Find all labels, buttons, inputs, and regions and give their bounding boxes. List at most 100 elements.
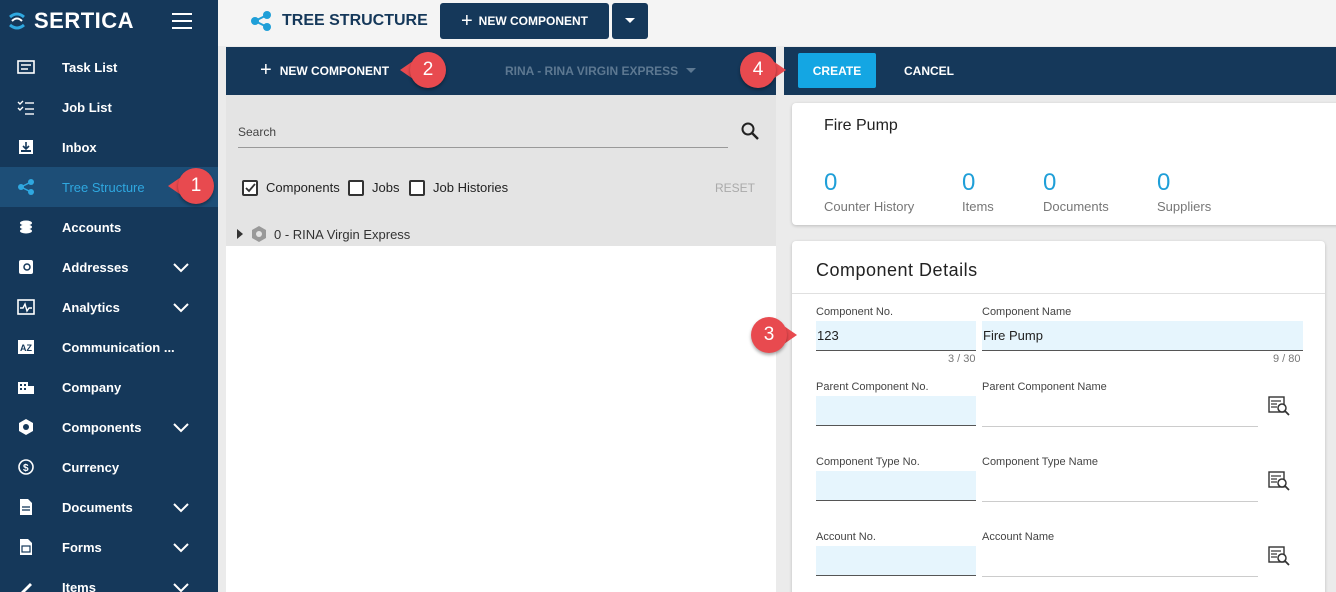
reset-button[interactable]: RESET bbox=[715, 181, 755, 195]
chevron-down-icon[interactable] bbox=[172, 301, 190, 313]
tree-structure-icon bbox=[16, 177, 36, 197]
stat-counter-history[interactable]: 0 Counter History bbox=[824, 169, 915, 215]
new-component-button[interactable]: + NEW COMPONENT bbox=[440, 3, 609, 39]
account-name-label: Account Name bbox=[982, 531, 1055, 543]
chevron-down-icon[interactable] bbox=[172, 581, 190, 592]
component-no-label: Component No. bbox=[816, 306, 894, 318]
job-histories-filter-label: Job Histories bbox=[433, 180, 509, 195]
forms-icon bbox=[16, 537, 36, 557]
sidebar-item-label: Accounts bbox=[62, 219, 122, 235]
callout-1: 1 bbox=[168, 168, 214, 204]
component-no-input[interactable]: 123 bbox=[816, 321, 976, 351]
search-icon[interactable] bbox=[740, 121, 760, 141]
stat-documents[interactable]: 0 Documents bbox=[1043, 169, 1109, 215]
sidebar-item-label: Currency bbox=[62, 459, 120, 475]
sidebar-item-items[interactable]: Items bbox=[0, 567, 218, 592]
sidebar-item-label: Job List bbox=[62, 99, 112, 115]
expand-arrow-icon[interactable] bbox=[236, 228, 244, 240]
tree-content-area bbox=[226, 246, 776, 592]
chevron-down-icon[interactable] bbox=[172, 501, 190, 513]
stat-items[interactable]: 0 Items bbox=[962, 169, 994, 215]
sidebar-item-task-list[interactable]: Task List bbox=[0, 47, 218, 87]
job-list-icon bbox=[16, 97, 36, 117]
sidebar-item-label: Items bbox=[62, 579, 96, 592]
sidebar-item-currency[interactable]: $ Currency bbox=[0, 447, 218, 487]
component-details-card: Component Details Component No. 123 3 / … bbox=[792, 241, 1325, 592]
components-icon bbox=[16, 417, 36, 437]
tree-root-node[interactable]: 0 - RINA Virgin Express bbox=[236, 225, 410, 243]
sidebar-item-job-list[interactable]: Job List bbox=[0, 87, 218, 127]
accounts-icon bbox=[16, 217, 36, 237]
callout-number: 3 bbox=[751, 317, 787, 353]
stat-label: Documents bbox=[1043, 199, 1109, 214]
parent-no-label: Parent Component No. bbox=[816, 381, 929, 393]
components-filter-label: Components bbox=[266, 180, 340, 195]
stat-value: 0 bbox=[1043, 169, 1057, 196]
items-icon bbox=[16, 577, 36, 592]
stat-label: Suppliers bbox=[1157, 199, 1212, 214]
sidebar-item-label: Task List bbox=[62, 59, 118, 75]
tree-root-label: 0 - RINA Virgin Express bbox=[274, 226, 411, 242]
details-title: Component Details bbox=[816, 260, 978, 280]
account-lookup-icon[interactable] bbox=[1268, 545, 1290, 567]
sidebar-item-addresses[interactable]: Addresses bbox=[0, 247, 218, 287]
sidebar-item-label: Company bbox=[62, 379, 122, 395]
type-lookup-icon[interactable] bbox=[1268, 470, 1290, 492]
new-component-dropdown-button[interactable] bbox=[612, 3, 648, 39]
sidebar-item-accounts[interactable]: Accounts bbox=[0, 207, 218, 247]
type-no-input[interactable] bbox=[816, 471, 976, 501]
component-name-input[interactable]: Fire Pump bbox=[982, 321, 1303, 351]
sidebar-item-components[interactable]: Components bbox=[0, 407, 218, 447]
chevron-down-icon[interactable] bbox=[172, 261, 190, 273]
parent-name-label: Parent Component Name bbox=[982, 381, 1107, 393]
sidebar-item-label: Components bbox=[62, 419, 142, 435]
checkmark-icon bbox=[245, 183, 256, 193]
caret-down-icon[interactable] bbox=[686, 68, 696, 74]
tree-new-component-label: NEW COMPONENT bbox=[279, 64, 390, 78]
stat-label: Counter History bbox=[824, 199, 915, 214]
analytics-icon bbox=[16, 297, 36, 317]
search-input[interactable]: Search bbox=[238, 125, 276, 139]
tree-new-component-button[interactable]: + NEW COMPONENT bbox=[260, 60, 390, 80]
sidebar-item-company[interactable]: Company bbox=[0, 367, 218, 407]
component-no-counter: 3 / 30 bbox=[948, 353, 976, 365]
parent-no-input[interactable] bbox=[816, 396, 976, 426]
form-toolbar: CREATE CANCEL bbox=[784, 47, 1336, 95]
chevron-down-icon[interactable] bbox=[172, 421, 190, 433]
brand-name: SERTICA bbox=[34, 8, 135, 33]
account-no-input[interactable] bbox=[816, 546, 976, 576]
new-component-label: NEW COMPONENT bbox=[478, 14, 589, 28]
callout-number: 2 bbox=[410, 52, 446, 88]
cancel-button[interactable]: CANCEL bbox=[904, 64, 954, 78]
sidebar-item-forms[interactable]: Forms bbox=[0, 527, 218, 567]
component-summary-card: Fire Pump 0 Counter History 0 Items 0 Do… bbox=[792, 103, 1336, 225]
component-name-counter: 9 / 80 bbox=[1273, 353, 1301, 365]
sidebar-item-documents[interactable]: Documents bbox=[0, 487, 218, 527]
divider bbox=[792, 293, 1325, 294]
stat-value: 0 bbox=[824, 169, 838, 196]
account-name-field[interactable] bbox=[982, 576, 1258, 577]
jobs-checkbox[interactable] bbox=[348, 180, 364, 196]
hamburger-menu-icon[interactable] bbox=[172, 13, 192, 29]
components-checkbox[interactable] bbox=[242, 180, 258, 196]
chevron-down-icon[interactable] bbox=[172, 541, 190, 553]
sidebar: SERTICA Task List Job List Inbox Tree St… bbox=[0, 0, 218, 592]
job-histories-checkbox[interactable] bbox=[409, 180, 425, 196]
sidebar-item-label: Analytics bbox=[62, 299, 120, 315]
sidebar-item-analytics[interactable]: Analytics bbox=[0, 287, 218, 327]
parent-name-field[interactable] bbox=[982, 426, 1258, 427]
svg-text:$: $ bbox=[23, 463, 29, 474]
parent-lookup-icon[interactable] bbox=[1268, 395, 1290, 417]
callout-2: 2 bbox=[400, 52, 446, 88]
callout-4: 4 bbox=[740, 52, 786, 88]
create-button[interactable]: CREATE bbox=[798, 53, 876, 88]
vessel-select[interactable]: RINA - RINA VIRGIN EXPRESS bbox=[505, 64, 678, 78]
stat-value: 0 bbox=[962, 169, 976, 196]
stat-suppliers[interactable]: 0 Suppliers bbox=[1157, 171, 1212, 215]
top-bar: TREE STRUCTURE + NEW COMPONENT bbox=[218, 0, 1336, 46]
sidebar-item-inbox[interactable]: Inbox bbox=[0, 127, 218, 167]
sidebar-item-communication[interactable]: AZ Communication ... bbox=[0, 327, 218, 367]
type-name-field[interactable] bbox=[982, 501, 1258, 502]
tree-structure-icon bbox=[250, 10, 272, 35]
callout-3: 3 bbox=[751, 317, 797, 353]
